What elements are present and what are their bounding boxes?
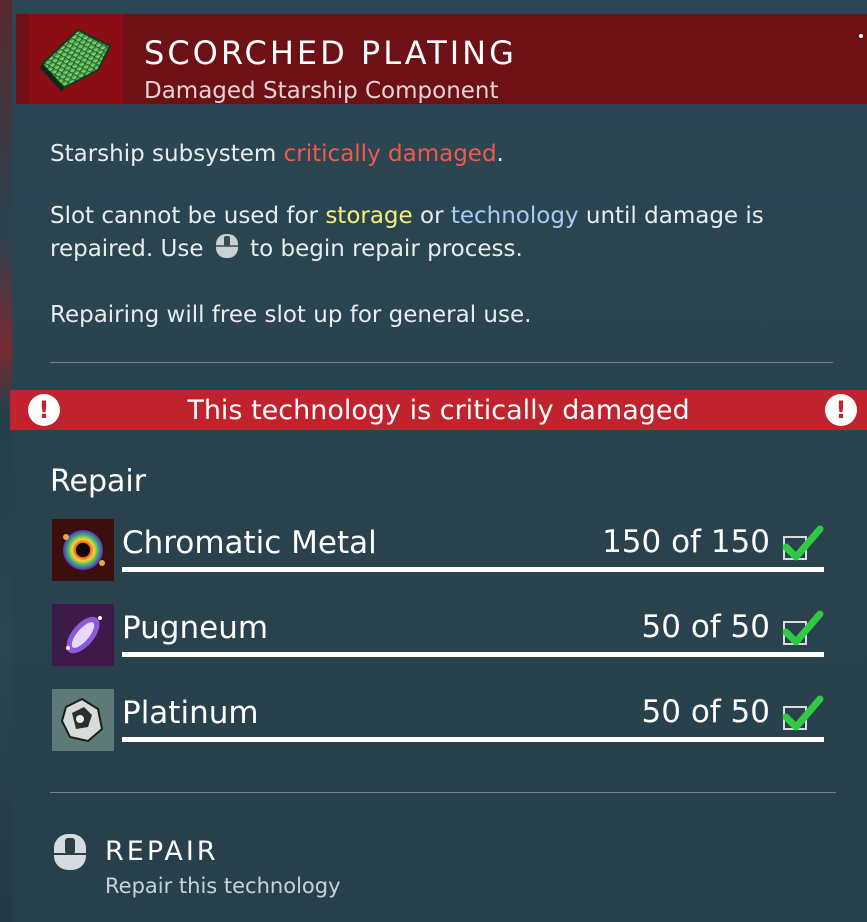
description-line-1: Starship subsystem critically damaged. xyxy=(50,141,504,167)
item-title: SCORCHED PLATING xyxy=(144,34,517,72)
background-strip xyxy=(0,0,12,922)
divider xyxy=(50,362,833,363)
requirement-progress-bar xyxy=(122,737,824,742)
check-icon xyxy=(780,610,824,650)
requirement-name: Pugneum xyxy=(122,610,269,646)
divider xyxy=(50,792,836,793)
requirement-row: Chromatic Metal 150 of 150 xyxy=(52,519,824,581)
item-subtitle: Damaged Starship Component xyxy=(144,78,499,104)
critical-highlight: critically damaged xyxy=(283,141,497,167)
item-header: SCORCHED PLATING Damaged Starship Compon… xyxy=(16,14,867,104)
storage-highlight: storage xyxy=(325,203,413,229)
repair-action-button[interactable]: REPAIR Repair this technology xyxy=(50,830,450,900)
requirement-progress-bar xyxy=(122,567,824,572)
description-line-2: Slot cannot be used for storage or techn… xyxy=(50,200,840,269)
requirement-name: Platinum xyxy=(122,695,259,731)
requirement-count: 50 of 50 xyxy=(641,609,770,645)
critical-damage-banner: ! This technology is critically damaged … xyxy=(10,390,867,430)
requirement-row: Pugneum 50 of 50 xyxy=(52,604,824,666)
requirement-name: Chromatic Metal xyxy=(122,525,377,561)
mouse-icon xyxy=(50,832,90,876)
repair-heading: Repair xyxy=(50,464,147,499)
technology-highlight: technology xyxy=(450,203,579,229)
warning-text: This technology is critically damaged xyxy=(187,394,690,426)
scorched-plating-icon xyxy=(29,14,123,104)
item-description: Starship subsystem critically damaged. S… xyxy=(50,138,840,361)
requirement-count: 150 of 150 xyxy=(602,524,770,560)
chromatic-metal-icon xyxy=(52,519,114,581)
check-icon xyxy=(780,695,824,735)
pugneum-icon xyxy=(52,604,114,666)
description-line-3: Repairing will free slot up for general … xyxy=(50,302,532,328)
check-icon xyxy=(780,525,824,565)
platinum-icon xyxy=(52,689,114,751)
exclamation-icon: ! xyxy=(28,394,60,426)
repair-action-label[interactable]: REPAIR xyxy=(105,836,219,867)
corner-dot xyxy=(859,34,863,38)
exclamation-icon: ! xyxy=(825,394,857,426)
mouse-icon xyxy=(213,232,241,269)
requirement-progress-bar xyxy=(122,652,824,657)
requirement-count: 50 of 50 xyxy=(641,694,770,730)
requirement-row: Platinum 50 of 50 xyxy=(52,689,824,751)
repair-action-sublabel: Repair this technology xyxy=(105,874,341,898)
